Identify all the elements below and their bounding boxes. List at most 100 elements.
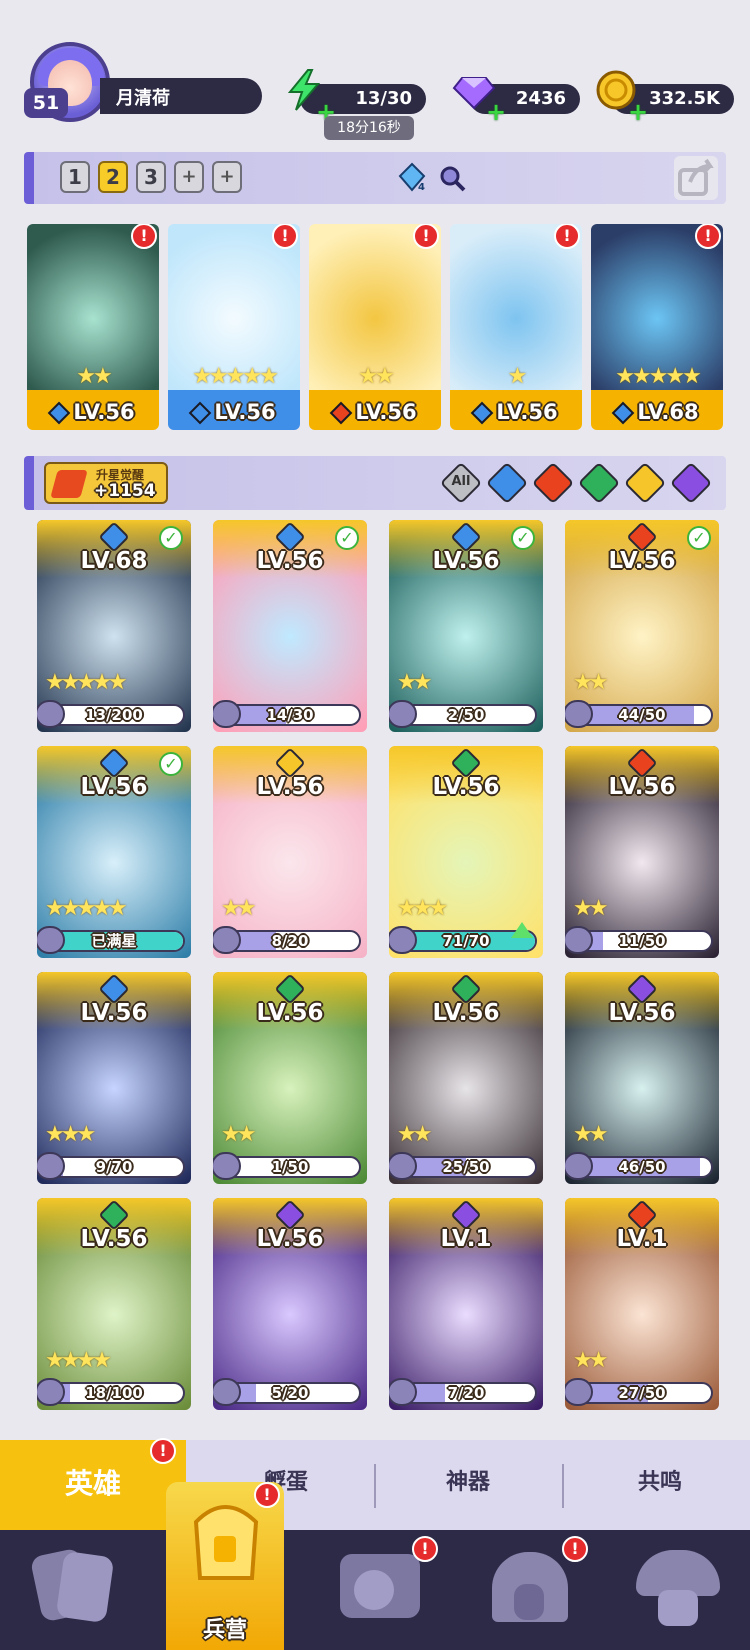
hero-card[interactable]: LV.56 ★★ 11/50	[565, 746, 719, 958]
filter-wind-button[interactable]	[577, 461, 621, 505]
nav-barracks[interactable]: 兵营 !	[166, 1482, 284, 1650]
hero-card[interactable]: LV.56 ★★★ 9/70	[37, 972, 191, 1184]
hero-shard-text: 13/200	[85, 706, 143, 724]
filter-fire-button[interactable]	[531, 461, 575, 505]
hero-card[interactable]: LV.1 ★★ 27/50	[565, 1198, 719, 1410]
barracks-alert-icon: !	[254, 1482, 280, 1508]
coin-resource[interactable]: + 332.5K	[596, 70, 734, 126]
team-member-stars: ★★	[76, 364, 112, 389]
gem-resource[interactable]: + 2436	[452, 77, 580, 126]
filter-dark-button[interactable]	[669, 461, 713, 505]
filter-all-button[interactable]: All	[439, 461, 483, 505]
tab-artifact[interactable]: 神器	[378, 1464, 558, 1496]
tab-resonance[interactable]: 共鸣	[570, 1464, 750, 1496]
team-member-stars: ★	[507, 364, 528, 389]
hero-stars: ★★	[573, 1348, 609, 1373]
energy-value: 13/30	[355, 88, 412, 109]
gem-value: 2436	[515, 88, 566, 109]
hero-stars: ★★★★	[45, 1348, 112, 1373]
hero-shard-text: 18/100	[85, 1384, 143, 1402]
hero-level: LV.56	[80, 1000, 148, 1026]
add-team-button-2[interactable]: +	[212, 161, 242, 193]
check-icon: ✓	[687, 526, 711, 550]
bottom-nav: 兵营 ! ! !	[0, 1482, 750, 1650]
team-member-level: LV.68	[591, 400, 723, 425]
awaken-value: +1154	[94, 481, 156, 501]
hero-card[interactable]: LV.56 ★★ 8/20	[213, 746, 367, 958]
player-name: 月清荷	[116, 88, 170, 109]
hero-card[interactable]: LV.56 5/20	[213, 1198, 367, 1410]
team-member-card[interactable]: ★★ LV.56 !	[27, 224, 159, 430]
search-icon[interactable]	[438, 164, 466, 192]
team-gem-count: 4	[418, 182, 425, 192]
hero-card[interactable]: LV.56 ✓ ★★ 44/50	[565, 520, 719, 732]
team-tab-3[interactable]: 3	[136, 161, 166, 193]
team-member-element-icon	[612, 401, 635, 425]
add-team-button[interactable]: +	[174, 161, 204, 193]
hero-stars: ★★★	[397, 896, 448, 921]
shard-card-icon	[389, 926, 417, 954]
nav-barracks-label: 兵营	[202, 1618, 247, 1643]
nav-cards[interactable]	[29, 1544, 120, 1634]
shard-card-icon	[213, 1152, 241, 1180]
nav-map[interactable]: !	[334, 1536, 438, 1634]
team-member-alert-icon: !	[413, 224, 439, 249]
hero-card[interactable]: LV.56 ✓ ★★ 2/50	[389, 520, 543, 732]
team-member-level: LV.56	[27, 400, 159, 425]
sword-icon	[50, 470, 88, 498]
hero-level: LV.56	[608, 548, 676, 574]
add-coins-icon[interactable]: +	[628, 98, 648, 126]
hero-card[interactable]: LV.56 ✓ 14/30	[213, 520, 367, 732]
hero-shard-text: 7/20	[447, 1384, 485, 1402]
hero-stars: ★★	[221, 1122, 257, 1147]
team-member-card[interactable]: ★★★★★ LV.68 !	[591, 224, 723, 430]
nav-shop[interactable]: !	[484, 1536, 588, 1634]
check-icon: ✓	[159, 526, 183, 550]
hero-stars: ★★★★★	[45, 896, 128, 921]
hero-stars: ★★	[397, 1122, 433, 1147]
shard-card-icon	[37, 1152, 65, 1180]
hero-level: LV.56	[256, 1000, 324, 1026]
energy-timer: 18分16秒	[324, 116, 414, 140]
energy-resource[interactable]: + 13/30	[287, 69, 426, 126]
team-member-card[interactable]: ★ LV.56 !	[450, 224, 582, 430]
hero-level: LV.1	[440, 1226, 492, 1252]
hero-card[interactable]: LV.56 ★★ 1/50	[213, 972, 367, 1184]
hero-card[interactable]: LV.56 ★★★★ 18/100	[37, 1198, 191, 1410]
hero-stars: ★★	[573, 896, 609, 921]
hero-stars: ★★★★★	[45, 670, 128, 695]
shard-card-icon	[565, 1378, 593, 1406]
hero-level: LV.56	[80, 774, 148, 800]
team-member-card[interactable]: ★★ LV.56 !	[309, 224, 441, 430]
hero-card[interactable]: LV.68 ✓ ★★★★★ 13/200	[37, 520, 191, 732]
hero-stars: ★★	[573, 1122, 609, 1147]
nav-mushroom[interactable]	[632, 1544, 722, 1634]
share-icon[interactable]	[674, 156, 718, 200]
hero-card[interactable]: LV.56 ★★ 25/50	[389, 972, 543, 1184]
shard-card-icon	[213, 1378, 241, 1406]
filter-water-button[interactable]	[485, 461, 529, 505]
team-member-element-icon	[189, 401, 212, 425]
team-member-alert-icon: !	[554, 224, 580, 249]
team-gem-icon[interactable]: 4	[398, 162, 426, 192]
hero-card[interactable]: LV.56 ★★★ 71/70	[389, 746, 543, 958]
team-member-card[interactable]: ★★★★★ LV.56 !	[168, 224, 300, 430]
fire-element-icon	[531, 461, 575, 505]
add-gems-icon[interactable]: +	[486, 98, 506, 126]
hero-card[interactable]: LV.56 ★★ 46/50	[565, 972, 719, 1184]
hero-level: LV.1	[616, 1226, 668, 1252]
hero-card[interactable]: LV.1 7/20	[389, 1198, 543, 1410]
awaken-button[interactable]: 升星觉醒 +1154	[44, 462, 168, 504]
team-member-level: LV.56	[450, 400, 582, 425]
team-tab-2[interactable]: 2	[98, 161, 128, 193]
player-name-bar[interactable]: 月清荷	[100, 78, 262, 114]
hero-shard-text: 46/50	[618, 1158, 666, 1176]
hero-shard-text: 1/50	[271, 1158, 309, 1176]
hero-shard-text: 27/50	[618, 1384, 666, 1402]
sub-tabs: 英雄 ! 孵蛋 神器 共鸣	[0, 1438, 750, 1530]
filter-light-button[interactable]	[623, 461, 667, 505]
team-tab-1[interactable]: 1	[60, 161, 90, 193]
hero-card[interactable]: LV.56 ✓ ★★★★★ 已满星	[37, 746, 191, 958]
hero-level: LV.56	[256, 1226, 324, 1252]
shop-alert-icon: !	[562, 1536, 588, 1562]
